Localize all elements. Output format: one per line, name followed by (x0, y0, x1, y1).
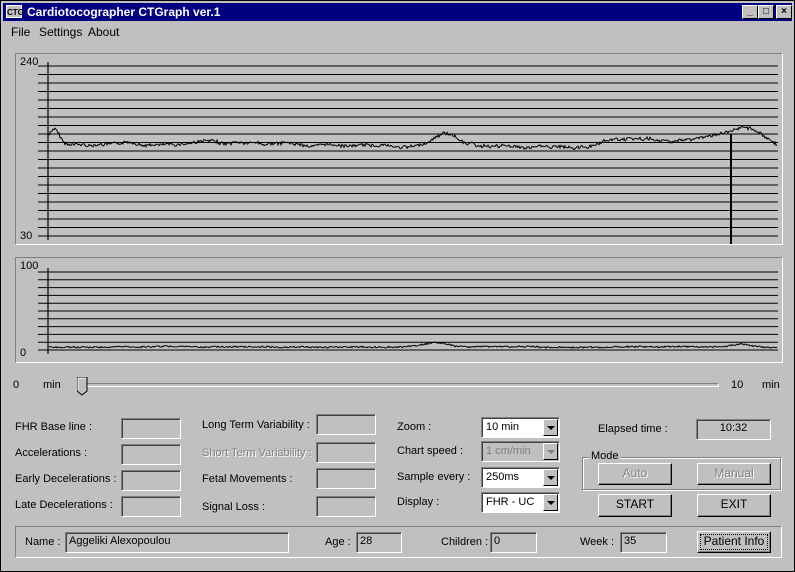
zoom-label: Zoom : (397, 421, 432, 433)
maximize-button[interactable]: □ (758, 5, 774, 19)
long-term-variability-field (316, 414, 376, 435)
app-window: CTG Cardiotocographer CTGraph ver.1 _ □ … (0, 0, 795, 572)
slider-min-unit: min (43, 379, 61, 391)
fhr-chart: 240 30 (15, 53, 783, 245)
fetal-movements-field (316, 468, 376, 489)
zoom-select[interactable]: 10 min (481, 417, 560, 438)
chart-speed-label: Chart speed : (397, 445, 464, 457)
patient-week-label: Week : (580, 536, 615, 548)
accelerations-label: Accelerations : (15, 447, 88, 459)
uc-ymax-label: 100 (20, 260, 39, 272)
accelerations-field (121, 444, 181, 465)
title-bar[interactable]: CTG Cardiotocographer CTGraph ver.1 _ □ … (3, 3, 792, 21)
close-icon: × (781, 6, 787, 17)
menu-file[interactable]: File (11, 25, 30, 39)
fhr-ymin-label: 30 (20, 230, 33, 242)
app-icon[interactable]: CTG (6, 5, 24, 18)
slider-max-unit: min (762, 379, 780, 391)
early-decelerations-field (121, 470, 181, 491)
sample-every-select[interactable]: 250ms (481, 467, 560, 488)
patient-children-field: 0 (490, 532, 537, 553)
trace-line (48, 124, 778, 151)
menu-bar: File Settings About (3, 22, 792, 41)
signal-loss-label: Signal Loss : (202, 501, 265, 513)
minimize-button[interactable]: _ (742, 5, 758, 19)
fhr-ymax-label: 240 (20, 56, 39, 68)
sample-every-label: Sample every : (397, 471, 471, 483)
signal-loss-field (316, 496, 376, 517)
short-term-variability-label: Short Term Variability : (202, 447, 312, 459)
window-title: Cardiotocographer CTGraph ver.1 (27, 5, 221, 19)
chevron-down-icon[interactable] (543, 443, 558, 460)
display-select[interactable]: FHR - UC (481, 492, 560, 513)
menu-settings[interactable]: Settings (39, 25, 82, 39)
start-button[interactable]: START (598, 494, 672, 517)
fhr-baseline-field (121, 418, 181, 439)
time-slider-thumb[interactable] (77, 377, 88, 396)
chevron-down-icon[interactable] (543, 469, 558, 486)
display-value: FHR - UC (486, 496, 535, 508)
short-term-variability-field (316, 442, 376, 463)
chevron-down-icon[interactable] (543, 419, 558, 436)
elapsed-time-field: 10:32 (696, 419, 771, 440)
slider-min-value: 0 (13, 379, 20, 391)
mode-legend: Mode (589, 450, 621, 462)
long-term-variability-label: Long Term Variability : (202, 419, 310, 431)
patient-age-field: 28 (356, 532, 402, 553)
patient-age-label: Age : (325, 536, 351, 548)
uc-chart: 100 0 (15, 257, 783, 363)
late-decelerations-field (121, 496, 181, 517)
uc-ymin-label: 0 (20, 347, 27, 359)
fhr-plot (38, 62, 778, 244)
zoom-value: 10 min (486, 421, 520, 433)
display-label: Display : (397, 496, 440, 508)
sample-every-value: 250ms (486, 471, 520, 483)
fetal-movements-label: Fetal Movements : (202, 473, 293, 485)
patient-week-field: 35 (620, 532, 667, 553)
slider-max-value: 10 (731, 379, 744, 391)
patient-children-label: Children : (441, 536, 489, 548)
late-decelerations-label: Late Decelerations : (15, 499, 113, 511)
patient-name-field: Aggeliki Alexopoulou (65, 532, 289, 553)
early-decelerations-label: Early Decelerations : (15, 473, 117, 485)
auto-mode-button[interactable]: Auto (598, 463, 672, 485)
time-slider-track[interactable] (83, 383, 719, 387)
chart-speed-select[interactable]: 1 cm/min (481, 441, 560, 462)
chevron-down-icon[interactable] (543, 494, 558, 511)
uc-plot (38, 268, 778, 354)
manual-mode-button[interactable]: Manual (697, 463, 771, 485)
trace-line (48, 341, 778, 349)
patient-name-label: Name : (25, 536, 61, 548)
elapsed-time-label: Elapsed time : (598, 423, 668, 435)
menu-about[interactable]: About (88, 25, 119, 39)
patient-info-button[interactable]: Patient Info (697, 531, 771, 553)
minimize-icon: _ (747, 6, 753, 17)
exit-button[interactable]: EXIT (697, 494, 771, 517)
fhr-baseline-label: FHR Base line : (15, 421, 93, 433)
close-button[interactable]: × (776, 5, 792, 19)
maximize-icon: □ (762, 6, 770, 17)
chart-speed-value: 1 cm/min (486, 445, 531, 457)
